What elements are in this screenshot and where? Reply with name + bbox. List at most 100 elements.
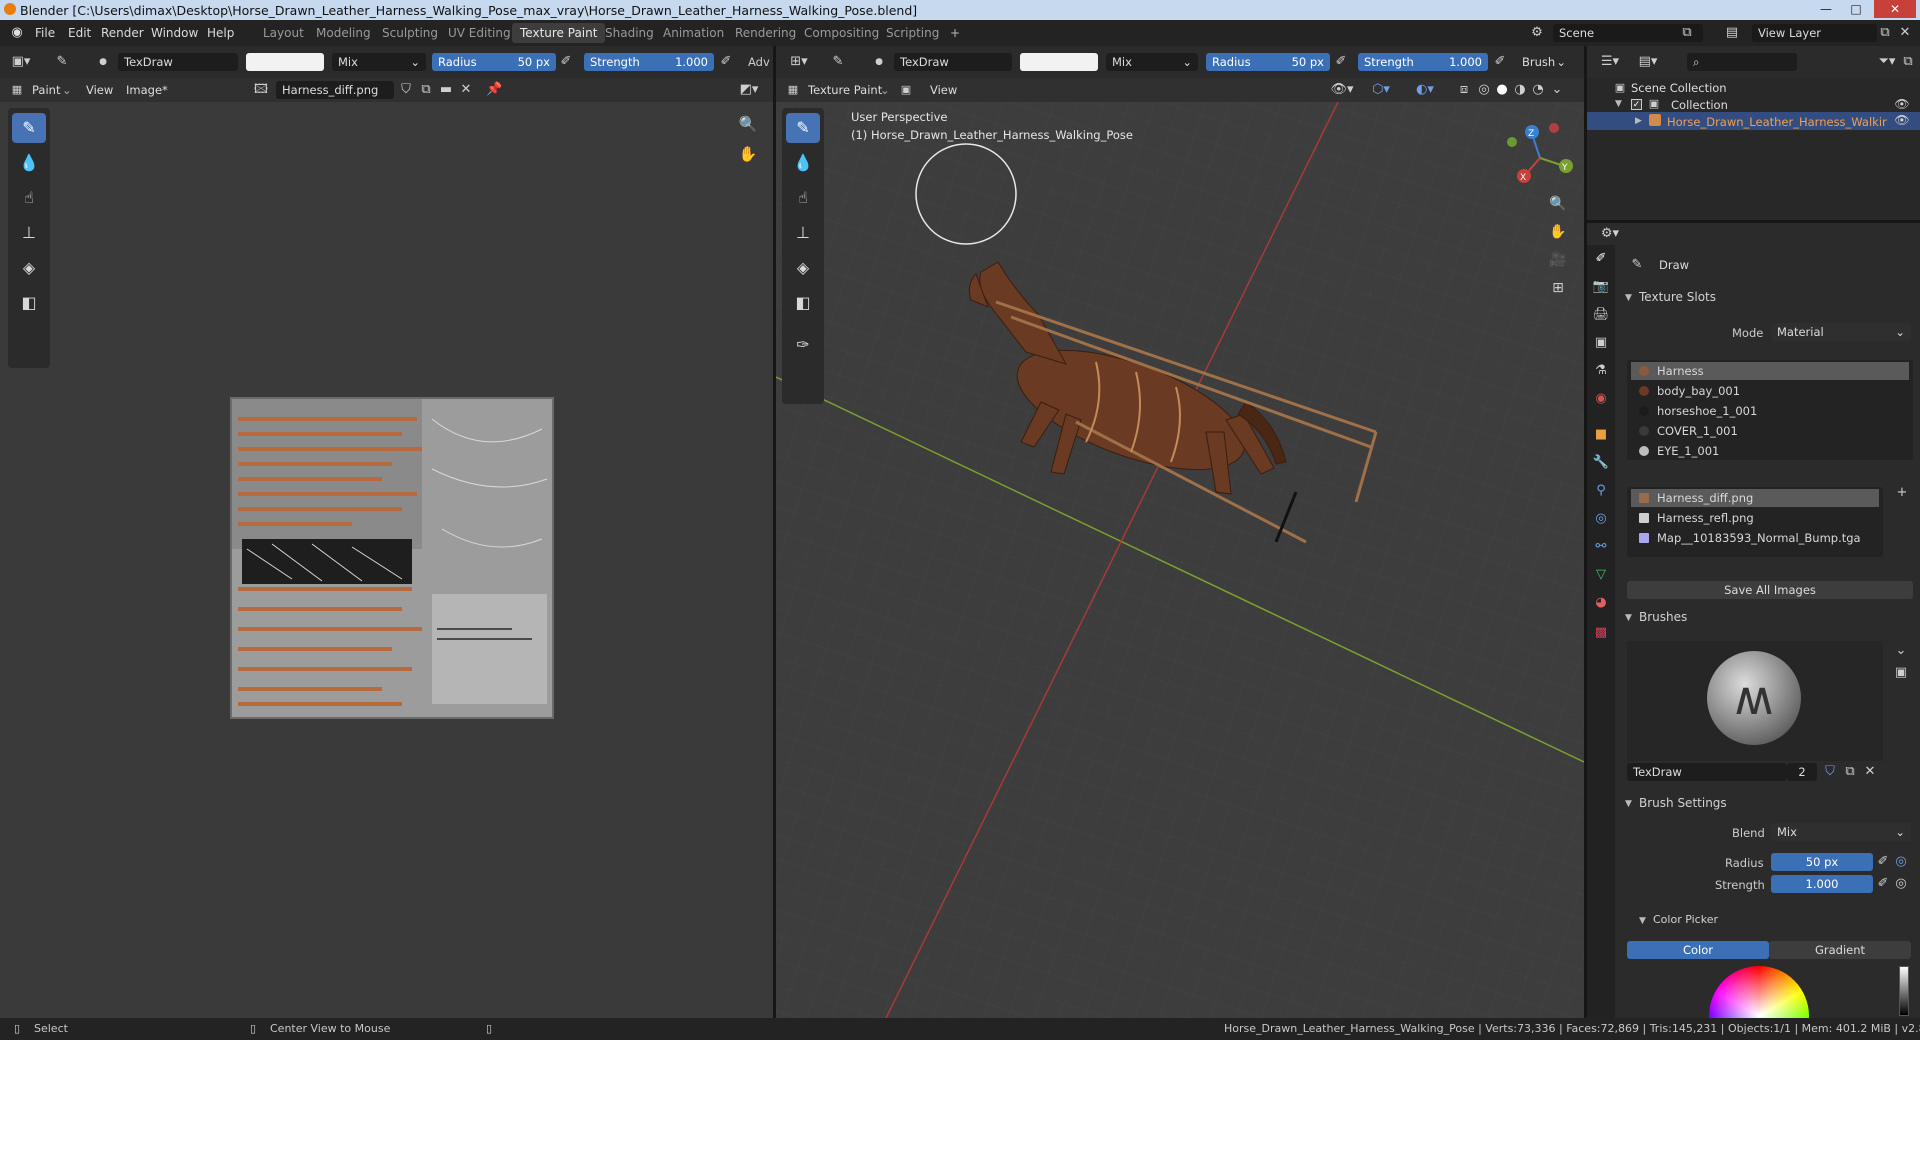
texture-tab-icon[interactable]: ▩: [1591, 623, 1611, 643]
fake-user-icon[interactable]: ⛉: [1821, 762, 1839, 782]
brush-name-field[interactable]: TexDraw: [894, 53, 1012, 71]
solid-shading-icon[interactable]: ●: [1494, 80, 1510, 100]
object-expand-icon[interactable]: ▶: [1635, 116, 1642, 126]
tab-sculpting[interactable]: Sculpting: [374, 23, 446, 43]
add-workspace-button[interactable]: +: [942, 23, 968, 43]
brush-name-field[interactable]: TexDraw: [118, 53, 238, 71]
radius-slider[interactable]: Radius 50 px: [432, 53, 556, 71]
tab-uv-editing[interactable]: UV Editing: [440, 23, 519, 43]
tab-modeling[interactable]: Modeling: [308, 23, 379, 43]
texture-paint-mode-icon[interactable]: ▦: [786, 80, 800, 100]
brush-color-swatch[interactable]: [246, 53, 324, 71]
material-item[interactable]: horseshoe_1_001: [1631, 402, 1909, 420]
data-tab-icon[interactable]: ▽: [1591, 565, 1611, 585]
smear-tool-icon[interactable]: ☝: [12, 183, 46, 213]
collection-expand-icon[interactable]: ▼: [1615, 99, 1622, 109]
open-image-icon[interactable]: ▬: [438, 80, 454, 100]
brush-preview[interactable]: ʍ: [1627, 641, 1883, 761]
view-menu[interactable]: View: [930, 83, 957, 97]
outliner-search-input[interactable]: ⌕: [1687, 53, 1797, 71]
object-label[interactable]: Horse_Drawn_Leather_Harness_Walking_Po: [1667, 115, 1887, 129]
camera-icon[interactable]: 🎥: [1546, 250, 1570, 270]
material-shading-icon[interactable]: ◑: [1512, 80, 1528, 100]
tool-tab-icon[interactable]: ✐: [1591, 249, 1611, 269]
pressure-icon[interactable]: ✐: [1875, 852, 1891, 872]
new-image-icon[interactable]: ⧉: [418, 80, 434, 100]
collection-checkbox[interactable]: ✓: [1631, 99, 1642, 110]
zoom-icon[interactable]: 🔍: [1546, 194, 1570, 214]
outliner-editor-icon[interactable]: ☰▾: [1597, 52, 1623, 72]
tab-rendering[interactable]: Rendering: [727, 23, 804, 43]
mode-select[interactable]: Texture Paint: [808, 83, 882, 97]
duplicate-brush-icon[interactable]: ⧉: [1841, 762, 1859, 782]
brush-image-icon[interactable]: ▣: [1893, 663, 1909, 683]
minimize-button[interactable]: —: [1812, 0, 1840, 18]
brush-users-count[interactable]: 2: [1787, 763, 1817, 781]
wireframe-shading-icon[interactable]: ◎: [1476, 80, 1492, 100]
clone-tool-icon[interactable]: ⊥: [786, 218, 820, 248]
blend-mode-select[interactable]: Mix ⌄: [332, 53, 426, 71]
material-item[interactable]: Harness: [1631, 362, 1909, 380]
value-slider[interactable]: [1899, 966, 1909, 1016]
menu-edit[interactable]: Edit: [68, 26, 91, 40]
strength-slider[interactable]: Strength 1.000: [584, 53, 714, 71]
brush-settings-title[interactable]: Brush Settings: [1639, 796, 1727, 810]
smear-tool-icon[interactable]: ☝: [786, 183, 820, 213]
color-picker-toggle[interactable]: ▼: [1639, 916, 1646, 926]
unlink-image-icon[interactable]: ✕: [458, 80, 474, 100]
image-slot-item[interactable]: Map__10183593_Normal_Bump.tga: [1631, 529, 1879, 547]
strength-slider[interactable]: Strength 1.000: [1358, 53, 1488, 71]
radius-unit-icon[interactable]: ◎: [1893, 852, 1909, 872]
strength-slider[interactable]: 1.000: [1771, 875, 1873, 893]
output-tab-icon[interactable]: 🖨: [1591, 305, 1611, 325]
object-tab-icon[interactable]: ■: [1591, 425, 1611, 445]
brush-name-field[interactable]: TexDraw: [1627, 763, 1787, 781]
texture-slots-title[interactable]: Texture Slots: [1639, 290, 1716, 304]
new-collection-icon[interactable]: ⧉: [1899, 52, 1917, 72]
overlays-icon[interactable]: ◐▾: [1410, 80, 1440, 100]
blender-menu-icon[interactable]: ◉: [8, 23, 26, 43]
brush-settings-toggle[interactable]: ▼: [1625, 799, 1632, 809]
remove-view-layer-icon[interactable]: ✕: [1896, 23, 1914, 43]
brushes-toggle[interactable]: ▼: [1625, 613, 1632, 623]
menu-help[interactable]: Help: [207, 26, 234, 40]
image-menu[interactable]: Image*: [126, 83, 168, 97]
texture-image[interactable]: [230, 397, 554, 719]
color-picker-title[interactable]: Color Picker: [1653, 913, 1718, 926]
zoom-icon[interactable]: 🔍: [736, 114, 760, 134]
ortho-grid-icon[interactable]: ⊞: [1546, 278, 1570, 298]
tab-compositing[interactable]: Compositing: [796, 23, 887, 43]
brush-color-swatch[interactable]: [1020, 53, 1098, 71]
material-item[interactable]: EYE_1_001: [1631, 442, 1909, 460]
mask-tool-icon[interactable]: ◧: [786, 288, 820, 318]
image-name-field[interactable]: Harness_diff.png: [276, 81, 394, 99]
image-slot-item[interactable]: Harness_diff.png: [1631, 489, 1879, 507]
editor-type-icon[interactable]: ⊞▾: [786, 52, 812, 72]
tab-animation[interactable]: Animation: [655, 23, 732, 43]
pan-hand-icon[interactable]: ✋: [736, 144, 760, 164]
material-tab-icon[interactable]: ◕: [1591, 593, 1611, 613]
strength-pressure-icon[interactable]: ✐: [1875, 874, 1891, 894]
tab-shading[interactable]: Shading: [597, 23, 662, 43]
material-item[interactable]: body_bay_001: [1631, 382, 1909, 400]
advanced-menu[interactable]: Adv: [748, 55, 770, 69]
radius-slider[interactable]: Radius 50 px: [1206, 53, 1330, 71]
annotate-tool-icon[interactable]: ✑: [786, 330, 820, 360]
menu-render[interactable]: Render: [101, 26, 144, 40]
view-layer-icon[interactable]: ▤: [1723, 23, 1741, 43]
brush-options-icon[interactable]: ⌄: [1893, 641, 1909, 661]
xray-icon[interactable]: ⧈: [1456, 80, 1472, 100]
blend-select[interactable]: Mix ⌄: [1771, 823, 1911, 841]
strength-pressure-icon[interactable]: ✐: [717, 52, 735, 72]
world-tab-icon[interactable]: ◉: [1591, 389, 1611, 409]
scene-tab-icon[interactable]: ⚗: [1591, 361, 1611, 381]
collection-label[interactable]: Collection: [1671, 98, 1728, 112]
navigation-gizmo[interactable]: Z Y X: [1492, 118, 1582, 198]
visibility-icon[interactable]: 👁▾: [1330, 80, 1354, 100]
strength-pressure-icon[interactable]: ✐: [1491, 52, 1509, 72]
brushes-title[interactable]: Brushes: [1639, 610, 1687, 624]
tab-layout[interactable]: Layout: [255, 23, 312, 43]
add-slot-icon[interactable]: +: [1893, 483, 1911, 503]
material-item[interactable]: COVER_1_001: [1631, 422, 1909, 440]
brush-icon[interactable]: ✎: [52, 52, 72, 72]
